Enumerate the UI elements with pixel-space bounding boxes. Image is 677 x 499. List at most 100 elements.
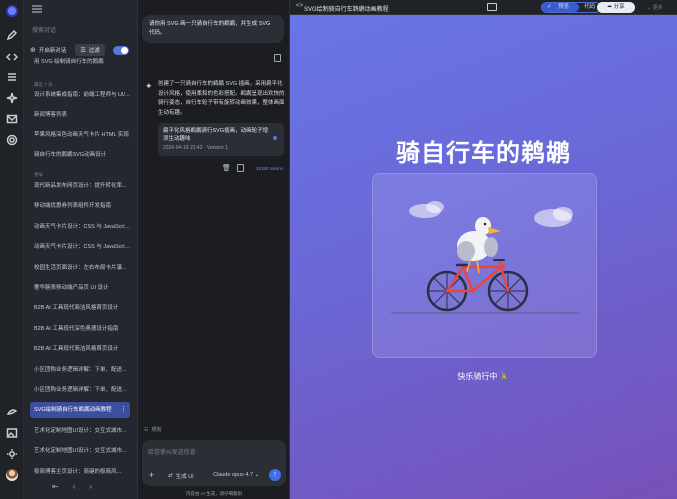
sidebar-footer: ⇤ ‹ ›	[52, 482, 92, 491]
sidebar-item[interactable]: B2B AI 工具现代简洁风格首页设计	[30, 341, 130, 357]
artifact-title: 扁平化风格鹈鹕骑行SVG插画，动画轮子增添生动趣味	[163, 128, 269, 142]
menu-icon[interactable]	[32, 5, 42, 13]
sparkle-icon[interactable]	[6, 92, 18, 104]
sidebar-item-label: B2B AI 工具现代简洁风格首页设计	[34, 346, 119, 353]
sidebar-item[interactable]: 新闻博客列表	[30, 107, 130, 123]
sidebar-item[interactable]: 骑自行车的鹅鹕SVG动画设计	[30, 147, 130, 163]
plus-icon[interactable]: +	[149, 471, 154, 480]
bird-icon[interactable]	[6, 406, 18, 418]
sidebar-item[interactable]: 校园生活页面设计：左右布局卡片瀑...	[30, 260, 130, 276]
plan-tag[interactable]: ☷ 规划	[144, 426, 162, 434]
message-input[interactable]: 给信使AI发送信息	[148, 447, 196, 456]
chevron-right-icon[interactable]: ›	[89, 482, 92, 491]
sliders-icon: ⇄	[168, 473, 173, 479]
message-actions: 🗑 18180 tokens	[222, 164, 283, 172]
conversation-sidebar: 搜索对话 ⊕ 开启新对话 ☰ 过滤 用 SVG 绘制骑自行车的鹅鹕 最近 7 天…	[24, 0, 138, 499]
sidebar-item-label: 小区团购业务逻辑详解：下单、配送...	[34, 366, 127, 373]
sidebar-item-label: SVG绘制骑自行车鹈鹕动画教程	[34, 407, 112, 414]
chevron-left-icon[interactable]: ‹	[73, 482, 76, 491]
sun-icon[interactable]	[6, 448, 18, 460]
sidebar-item[interactable]: 艺术化定制地图UI设计：交互式城市...	[30, 443, 130, 459]
sidebar-item[interactable]: 动画天气卡片设计：CSS 与 JavaScrip...	[30, 219, 130, 235]
sidebar-item[interactable]: 艺术化定制地图UI设计：交互式城市...	[30, 423, 130, 439]
mail-icon[interactable]	[6, 113, 18, 125]
preview-caption: 快乐骑行中 🚴	[457, 372, 510, 381]
sidebar-item-label: 现代新品发布网页设计：提升转化率...	[34, 183, 127, 189]
more-button[interactable]: ⌄ 更多	[647, 4, 663, 11]
sidebar-item[interactable]: 小区团购业务逻辑详解：下单、配送...	[30, 382, 130, 398]
sidebar-item-label: 艺术化定制地图UI设计：交互式城市...	[34, 448, 127, 455]
sidebar-item[interactable]: 现代新品发布网页设计：提升转化率...	[30, 178, 130, 194]
list-icon[interactable]	[6, 71, 18, 83]
more-options-icon[interactable]: ⋮	[120, 402, 127, 418]
illustration-card	[372, 173, 597, 358]
preview-header: <> SVG绘制骑自行车鹈鹕动画教程 ✓ 预览 代码 ➦ 分享 ⌄ 更多	[290, 0, 677, 15]
sidebar-item[interactable]: 设计系统集成指南：前端工程师与 UI/...	[30, 87, 130, 103]
view-switch: ✓ 预览 代码	[541, 2, 602, 13]
model-label: Claude opus 4.7	[213, 472, 254, 478]
chat-panel: 请你用 SVG 画一只骑自行车的鹈鹕，并生成 SVG 代码。 ✦ 创建了一只骑自…	[138, 0, 290, 499]
ai-message: 创建了一只骑自行车的鹈鹕 SVG 插画，采用扁平化设计风格，使用柔和的色彩搭配。…	[158, 81, 285, 116]
plan-icon: ☷	[144, 426, 149, 433]
filter-label: 过滤	[88, 48, 100, 54]
copy-icon[interactable]	[274, 54, 281, 62]
generate-ui-toggle[interactable]: ⇄ 生成 UI	[168, 472, 194, 480]
artifact-card[interactable]: 扁平化风格鹈鹕骑行SVG插画，动画轮子增添生动趣味 2026-04-19 21:…	[158, 123, 284, 156]
copy-icon[interactable]	[236, 164, 244, 172]
sidebar-item-label: 苹果风格深色动画天气卡片 HTML 实现	[34, 132, 129, 138]
code-icon[interactable]	[6, 51, 18, 63]
composer: 给信使AI发送信息 + ⇄ 生成 UI Claude opus 4.7 ⌄ ↑	[142, 440, 286, 486]
cloud-right-icon	[534, 207, 573, 227]
gear-icon[interactable]	[6, 134, 18, 146]
chevron-down-icon: ⌄	[254, 472, 260, 478]
sidebar-item[interactable]: B2B AI 工具现代深色奥德设计指南	[30, 321, 130, 337]
ai-sparkle-icon: ✦	[145, 81, 153, 91]
preview-canvas: 骑自行车的鹈鹕 快乐骑行中 🚴	[290, 15, 677, 499]
sidebar-item[interactable]: B2B AI 工具现代简洁风格首页设计	[30, 300, 130, 316]
sidebar-item-label: B2B AI 工具现代简洁风格首页设计	[34, 305, 119, 312]
more-label: 更多	[652, 5, 663, 11]
edit-icon[interactable]	[6, 29, 18, 41]
sidebar-item-label: 动画天气卡片设计：CSS 与 JavaScrip...	[34, 223, 130, 230]
tab-preview[interactable]: ✓ 预览	[542, 3, 580, 12]
artifact-meta: 2026-04-19 21:42 · Version 1	[163, 145, 228, 151]
plus-circle-icon: ⊕	[30, 47, 36, 54]
send-button[interactable]: ↑	[269, 469, 281, 481]
tab-preview-label: 预览	[558, 4, 570, 10]
plan-label: 规划	[151, 427, 162, 433]
list-item[interactable]: 用 SVG 绘制骑自行车的鹅鹕	[30, 54, 130, 70]
sidebar-item-label: B2B AI 工具现代深色奥德设计指南	[34, 325, 119, 332]
share-label: 分享	[613, 4, 625, 10]
search-input[interactable]: 搜索对话	[32, 25, 56, 34]
user-message: 请你用 SVG 画一只骑自行车的鹈鹕，并生成 SVG 代码。	[142, 15, 284, 43]
sidebar-item[interactable]: 移动端优惠券列表组件开发指南	[30, 198, 130, 214]
preview-heading: 骑自行车的鹈鹕	[396, 140, 571, 167]
cloud-left-icon	[409, 201, 444, 218]
filter-icon: ☰	[80, 47, 86, 54]
model-select[interactable]: Claude opus 4.7 ⌄	[213, 472, 259, 478]
sidebar-item-label: 小区团购业务逻辑详解：下单、配送...	[34, 387, 127, 393]
pelican-bicycle-illustration	[391, 201, 580, 314]
new-chat-button[interactable]: ⊕ 开启新对话	[30, 46, 66, 54]
device-icon[interactable]	[487, 3, 497, 11]
share-button[interactable]: ➦ 分享	[597, 2, 635, 13]
sidebar-item[interactable]: 苹果风格深色动画天气卡片 HTML 实现	[30, 127, 130, 143]
sidebar-item-label: 新闻博客列表	[34, 112, 68, 118]
collapse-icon[interactable]: ⇤	[52, 482, 59, 491]
avatar[interactable]	[6, 469, 18, 481]
trash-icon[interactable]: 🗑	[222, 164, 231, 172]
code-brackets-icon: <>	[296, 3, 304, 9]
icon-rail	[0, 0, 24, 499]
token-count: 18180 tokens	[255, 165, 283, 171]
sidebar-item-label: 艺术化定制地图UI设计：交互式城市...	[34, 427, 127, 434]
sidebar-item-label: 极简博客主页设计：简键的极简风...	[34, 468, 122, 475]
image-icon[interactable]	[6, 427, 18, 439]
sidebar-item[interactable]: 动画天气卡片设计：CSS 与 JavaScrip...	[30, 239, 130, 255]
sidebar-item-label: 骑自行车的鹅鹕SVG动画设计	[34, 152, 107, 158]
sidebar-item[interactable]: 小区团购业务逻辑详解：下单、配送...	[30, 362, 130, 378]
preview-title: SVG绘制骑自行车鹈鹕动画教程	[304, 7, 389, 13]
sidebar-item[interactable]: 极简博客主页设计：简键的极简风...	[30, 464, 130, 480]
sidebar-item[interactable]: 奢华腕表移动端产品页 UI 设计	[30, 280, 130, 296]
sidebar-item[interactable]: SVG绘制骑自行车鹈鹕动画教程 ⋮	[30, 402, 130, 419]
generate-ui-label: 生成 UI	[175, 474, 194, 480]
